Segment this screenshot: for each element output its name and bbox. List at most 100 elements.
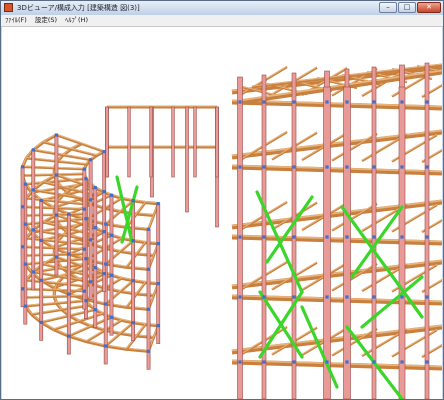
joint	[156, 202, 160, 206]
column	[54, 134, 59, 276]
joint	[21, 165, 25, 169]
joint	[89, 198, 93, 202]
joint	[104, 302, 108, 306]
joint	[67, 334, 71, 338]
joint	[84, 299, 88, 303]
column	[66, 213, 71, 355]
column	[88, 159, 93, 301]
joint	[156, 282, 160, 286]
joint	[39, 238, 43, 242]
menu-help[interactable]: ﾍﾙﾌﾟ(H)	[61, 15, 92, 26]
3d-viewport[interactable]	[2, 27, 442, 399]
joint	[82, 289, 86, 293]
title-bar[interactable]: 3Dビューア/構成入力 [建築構造 図(3)] – □ ✕	[1, 1, 443, 16]
joint	[89, 158, 93, 162]
column	[343, 86, 351, 399]
joint	[146, 349, 151, 353]
joint	[292, 295, 296, 299]
column	[323, 86, 331, 399]
joint	[262, 295, 266, 299]
joint	[82, 167, 86, 171]
joint	[156, 324, 160, 328]
joint	[109, 193, 114, 197]
joint	[238, 100, 242, 104]
beam	[55, 133, 105, 153]
menu-file[interactable]: ﾌｧｲﾙ(F)	[1, 15, 31, 26]
joint	[84, 257, 88, 261]
joint	[131, 279, 135, 283]
joint	[67, 292, 71, 296]
joint	[372, 295, 376, 299]
beam	[42, 133, 58, 144]
joint	[400, 165, 404, 169]
joint	[104, 344, 108, 348]
app-window: 3Dビューア/構成入力 [建築構造 図(3)] – □ ✕ ﾌｧｲﾙ(F) 設定…	[0, 0, 444, 400]
joint	[89, 238, 93, 242]
joint	[93, 308, 97, 312]
joint	[82, 247, 86, 251]
column	[105, 106, 109, 178]
joint	[345, 295, 349, 299]
joint	[262, 360, 266, 364]
joint	[54, 255, 59, 259]
window-controls: – □ ✕	[379, 2, 441, 14]
joint	[104, 262, 108, 266]
joint	[131, 321, 135, 325]
column	[93, 187, 98, 328]
joint	[400, 235, 404, 239]
joint	[146, 267, 151, 271]
column	[424, 62, 430, 399]
column	[127, 106, 131, 178]
beam	[68, 334, 87, 344]
column	[171, 106, 175, 178]
joint	[23, 304, 27, 308]
joint	[345, 235, 349, 239]
joint	[39, 320, 43, 324]
joint	[238, 360, 242, 364]
joint	[262, 100, 266, 104]
joint	[104, 222, 108, 226]
column	[146, 228, 151, 370]
joint	[84, 177, 88, 181]
column	[398, 86, 406, 399]
menu-settings[interactable]: 設定(S)	[31, 15, 61, 26]
joint	[345, 100, 349, 104]
column	[82, 168, 87, 310]
joint	[131, 239, 135, 243]
joint	[54, 213, 59, 217]
column	[131, 200, 136, 342]
joint	[372, 360, 376, 364]
column	[149, 106, 153, 178]
joint	[425, 165, 429, 169]
joint	[146, 307, 151, 311]
joint	[93, 266, 97, 270]
minimize-button[interactable]: –	[379, 2, 397, 13]
joint	[31, 228, 35, 232]
beam	[85, 340, 107, 348]
column	[215, 106, 219, 178]
joint	[372, 235, 376, 239]
joint	[400, 295, 404, 299]
joint	[23, 262, 27, 266]
window-title: 3Dビューア/構成入力 [建築構造 図(3)]	[17, 4, 140, 12]
joint	[93, 186, 97, 190]
maximize-button[interactable]: □	[398, 2, 416, 13]
structure-3d-view[interactable]	[2, 27, 442, 399]
joint	[146, 227, 151, 231]
column	[371, 66, 377, 399]
joint	[372, 100, 376, 104]
joint	[345, 360, 349, 364]
joint	[39, 198, 43, 202]
joint	[31, 148, 35, 152]
joint	[425, 295, 429, 299]
menu-bar: ﾌｧｲﾙ(F) 設定(S) ﾍﾙﾌﾟ(H)	[1, 15, 443, 27]
joint	[262, 235, 266, 239]
close-button[interactable]: ✕	[417, 2, 441, 13]
joint	[262, 165, 266, 169]
joint	[84, 217, 88, 221]
joint	[156, 242, 160, 246]
joint	[400, 100, 404, 104]
app-icon[interactable]	[4, 3, 13, 12]
joint	[102, 150, 106, 154]
joint	[31, 270, 35, 274]
